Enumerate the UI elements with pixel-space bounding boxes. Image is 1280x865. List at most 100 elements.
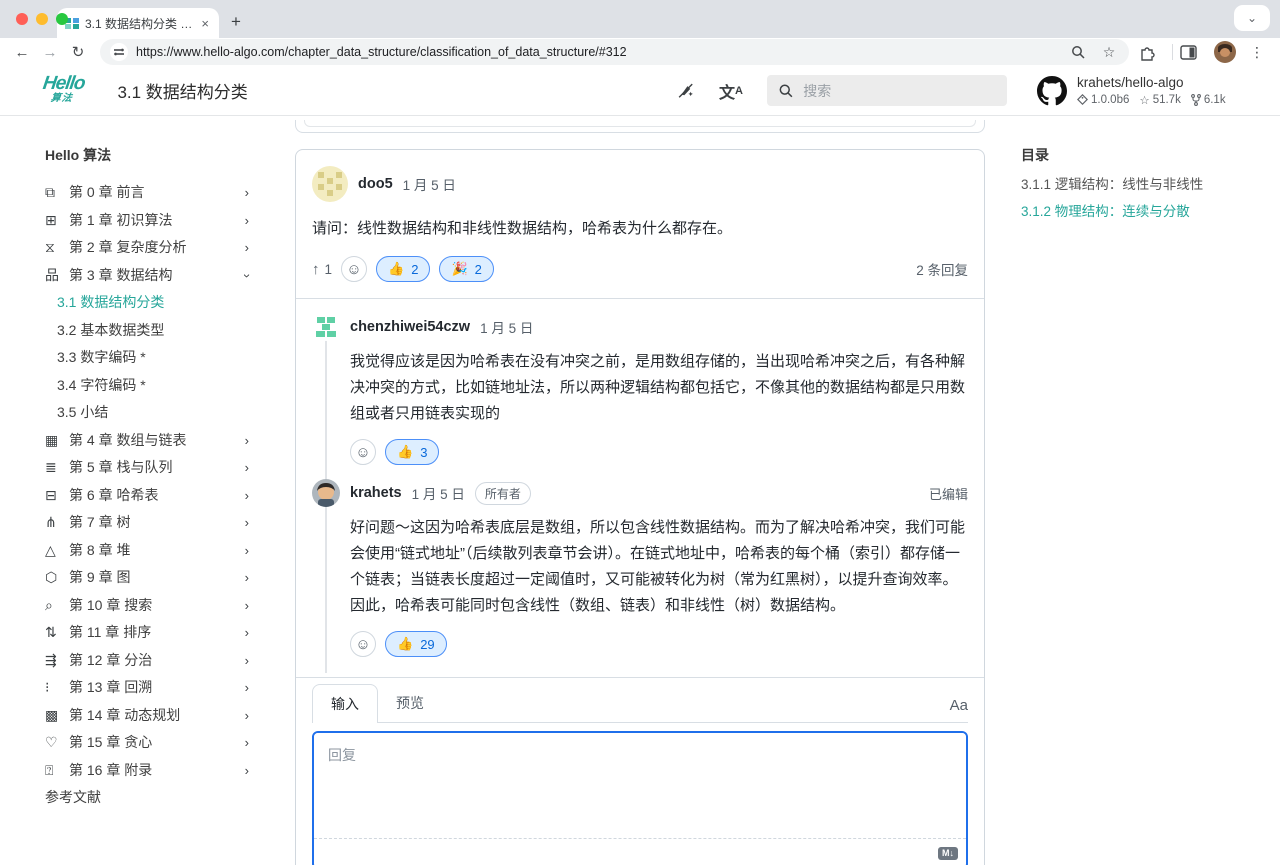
avatar[interactable]	[312, 479, 340, 507]
sidebar-item[interactable]: ⊟第 6 章 哈希表›	[45, 482, 295, 510]
chevron-right-icon[interactable]: ›	[245, 482, 249, 510]
search-input[interactable]	[803, 83, 995, 99]
hourglass-icon: ⧖	[45, 234, 69, 262]
language-translate-icon[interactable]: 文A	[719, 79, 743, 103]
thumbs-up-reaction-pill[interactable]: 👍2	[376, 256, 430, 282]
zoom-window-button[interactable]	[56, 13, 68, 25]
zoom-page-icon[interactable]	[1071, 45, 1091, 60]
new-tab-button[interactable]: +	[231, 12, 241, 32]
theme-toggle-icon[interactable]	[676, 81, 695, 100]
editor-tabs: 输入 预览 Aa	[312, 684, 968, 723]
thumbs-up-reaction-pill[interactable]: 👍29	[385, 631, 447, 657]
close-window-button[interactable]	[16, 13, 28, 25]
sidebar-site-name[interactable]: Hello 算法	[45, 142, 295, 169]
chevron-right-icon[interactable]: ›	[245, 179, 249, 207]
sidebar-item-active[interactable]: 3.1 数据结构分类	[45, 289, 295, 317]
add-reaction-icon[interactable]: ☺	[350, 439, 376, 465]
greedy-icon: ♡	[45, 729, 69, 757]
chevron-right-icon[interactable]: ›	[245, 674, 249, 702]
tab-overflow-chevron-icon[interactable]: ⌄	[1234, 5, 1270, 31]
chevron-right-icon[interactable]: ›	[245, 509, 249, 537]
tab-preview[interactable]: 预览	[378, 684, 442, 722]
sidebar-item[interactable]: ⋔第 7 章 树›	[45, 509, 295, 537]
reply-date[interactable]: 1 月 5 日	[480, 317, 533, 337]
sidebar-item[interactable]: 3.5 小结	[45, 399, 295, 427]
chevron-right-icon[interactable]: ›	[245, 427, 249, 455]
sidebar-item[interactable]: ⧖第 2 章 复杂度分析›	[45, 234, 295, 262]
search-box[interactable]	[767, 75, 1007, 106]
github-repo-block[interactable]: krahets/hello-algo 1.0.0b6 ☆51.7k 6.1k	[1037, 75, 1252, 107]
toc-item[interactable]: 3.1.1 逻辑结构：线性与非线性	[1021, 171, 1280, 198]
add-reaction-icon[interactable]: ☺	[341, 256, 367, 282]
browser-tab[interactable]: 3.1 数据结构分类 - Hello 算法 ×	[57, 8, 219, 38]
browser-tab-strip: 3.1 数据结构分类 - Hello 算法 × + ⌄	[0, 0, 1280, 38]
previous-comment-partial	[295, 120, 985, 133]
markdown-icon[interactable]: M↓	[938, 847, 958, 860]
sidebar-item[interactable]: ⇶第 12 章 分治›	[45, 647, 295, 675]
sidebar-item[interactable]: ⌕第 10 章 搜索›	[45, 592, 295, 620]
chevron-right-icon[interactable]: ›	[245, 207, 249, 235]
chevron-right-icon[interactable]: ›	[245, 537, 249, 565]
sidebar-item[interactable]: ⍰第 16 章 附录›	[45, 757, 295, 785]
tab-write[interactable]: 输入	[312, 684, 378, 723]
comment-author[interactable]: doo5	[358, 176, 393, 192]
avatar[interactable]	[312, 313, 340, 341]
sidebar-item[interactable]: ▦第 4 章 数组与链表›	[45, 427, 295, 455]
chevron-right-icon[interactable]: ›	[245, 702, 249, 730]
site-logo[interactable]: Hello算法	[40, 76, 86, 106]
sidebar-item[interactable]: ▩第 14 章 动态规划›	[45, 702, 295, 730]
browser-menu-kebab-icon[interactable]: ⋮	[1244, 44, 1270, 61]
sidebar-item[interactable]: ♡第 15 章 贪心›	[45, 729, 295, 757]
sidebar-item[interactable]: 品第 3 章 数据结构›	[45, 262, 295, 290]
reply-date[interactable]: 1 月 5 日	[412, 483, 465, 503]
chevron-down-icon[interactable]: ›	[233, 273, 261, 277]
data-structure-icon: 品	[45, 262, 69, 290]
site-settings-icon[interactable]	[110, 43, 128, 61]
minimize-window-button[interactable]	[36, 13, 48, 25]
text-format-button[interactable]: Aa	[950, 697, 968, 722]
bookmark-star-icon[interactable]: ☆	[1099, 44, 1119, 61]
sidebar-item[interactable]: ≣第 5 章 栈与队列›	[45, 454, 295, 482]
comment-date[interactable]: 1 月 5 日	[403, 174, 456, 194]
window-controls[interactable]	[16, 13, 68, 25]
repo-stats: 1.0.0b6 ☆51.7k 6.1k	[1077, 93, 1226, 107]
back-icon[interactable]: ←	[10, 44, 34, 61]
avatar[interactable]	[312, 166, 348, 202]
tag-icon	[1077, 94, 1088, 105]
toc-item-active[interactable]: 3.1.2 物理结构：连续与分散	[1021, 198, 1280, 225]
chevron-right-icon[interactable]: ›	[245, 619, 249, 647]
chevron-right-icon[interactable]: ›	[245, 647, 249, 675]
extensions-puzzle-icon[interactable]	[1139, 44, 1165, 61]
thumbs-up-reaction-pill[interactable]: 👍3	[385, 439, 439, 465]
chevron-right-icon[interactable]: ›	[245, 564, 249, 592]
close-tab-icon[interactable]: ×	[199, 16, 211, 31]
sidebar-item[interactable]: △第 8 章 堆›	[45, 537, 295, 565]
reply-author[interactable]: krahets	[350, 485, 402, 501]
add-reaction-icon[interactable]: ☺	[350, 631, 376, 657]
party-reaction-pill[interactable]: 🎉2	[439, 256, 493, 282]
sidebar-item[interactable]: ⊞第 1 章 初识算法›	[45, 207, 295, 235]
chevron-right-icon[interactable]: ›	[245, 234, 249, 262]
address-bar[interactable]: https://www.hello-algo.com/chapter_data_…	[100, 39, 1129, 65]
chevron-right-icon[interactable]: ›	[245, 757, 249, 785]
chevron-right-icon[interactable]: ›	[245, 729, 249, 757]
reply-author[interactable]: chenzhiwei54czw	[350, 319, 470, 335]
sidebar-item-label: 第 10 章 搜索	[69, 592, 152, 620]
chevron-right-icon[interactable]: ›	[245, 454, 249, 482]
chevron-right-icon[interactable]: ›	[245, 592, 249, 620]
upvote-button[interactable]: ↑1	[312, 261, 332, 278]
reload-icon[interactable]: ↻	[66, 43, 90, 61]
forward-icon[interactable]: →	[38, 44, 62, 61]
sidebar-item[interactable]: 3.3 数字编码 *	[45, 344, 295, 372]
sidebar-item[interactable]: ⧉第 0 章 前言›	[45, 179, 295, 207]
side-panel-icon[interactable]	[1180, 45, 1206, 60]
sidebar-item[interactable]: ⇅第 11 章 排序›	[45, 619, 295, 647]
sidebar-item-references[interactable]: 参考文献	[45, 784, 295, 812]
reply-textarea[interactable]	[314, 733, 966, 833]
tab-title: 3.1 数据结构分类 - Hello 算法	[85, 15, 193, 32]
sidebar-item[interactable]: ⬡第 9 章 图›	[45, 564, 295, 592]
browser-profile-avatar[interactable]	[1214, 41, 1236, 63]
sidebar-item[interactable]: 3.2 基本数据类型	[45, 317, 295, 345]
sidebar-item[interactable]: 3.4 字符编码 *	[45, 372, 295, 400]
sidebar-item[interactable]: ⁝第 13 章 回溯›	[45, 674, 295, 702]
